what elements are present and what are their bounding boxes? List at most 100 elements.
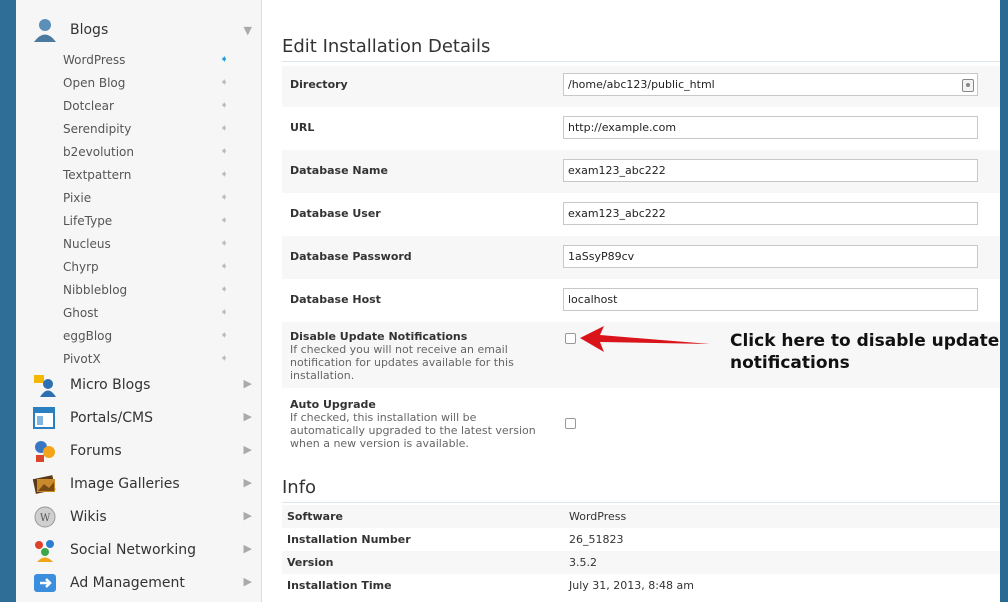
- sidebar-item-chyrp[interactable]: Chyrp: [63, 260, 99, 274]
- database-user-label: Database User: [290, 207, 381, 220]
- info-installation-time-label: Installation Time: [287, 579, 392, 592]
- chevron-down-icon: ▼: [243, 24, 252, 37]
- auto-upgrade-row: Auto Upgrade If checked, this installati…: [282, 388, 1000, 456]
- sidebar-item-pivotx[interactable]: PivotX: [63, 352, 101, 366]
- svg-text:W: W: [40, 513, 51, 524]
- disable-updates-callout: Click here to disable update notificatio…: [730, 331, 1000, 373]
- app-frame: Blogs ▼ WordPress ➧ Open Blog ➧ Dotclear…: [16, 0, 1000, 602]
- sidebar-category-image-galleries[interactable]: Image Galleries ▶: [16, 468, 262, 501]
- info-row: Installation Time July 31, 2013, 8:48 am: [282, 574, 1000, 597]
- sidebar-category-label: Social Networking: [70, 542, 197, 558]
- sidebar: Blogs ▼ WordPress ➧ Open Blog ➧ Dotclear…: [16, 0, 275, 602]
- sidebar-item-serendipity[interactable]: Serendipity: [63, 122, 131, 136]
- wiki-puzzle-icon: W: [32, 504, 58, 530]
- url-label: URL: [290, 121, 315, 134]
- sidebar-category-portals-cms[interactable]: Portals/CMS ▶: [16, 402, 262, 435]
- sidebar-category-blogs[interactable]: Blogs ▼: [16, 14, 262, 47]
- chevron-right-icon: ➧: [220, 123, 229, 134]
- chevron-right-icon: ➧: [220, 307, 229, 318]
- info-section-title: Info: [282, 477, 1000, 503]
- forums-icon: [32, 438, 58, 464]
- info-version-value: 3.5.2: [569, 556, 597, 569]
- chevron-right-icon: ▶: [243, 509, 252, 522]
- auto-upgrade-checkbox[interactable]: [565, 418, 576, 429]
- sidebar-category-label: Wikis: [70, 509, 107, 525]
- chevron-right-icon: ➧: [220, 54, 229, 65]
- directory-input[interactable]: [563, 73, 978, 96]
- chevron-right-icon: ➧: [220, 77, 229, 88]
- chevron-right-icon: ▶: [243, 410, 252, 423]
- callout-arrow-icon: [580, 326, 710, 352]
- chevron-right-icon: ➧: [220, 169, 229, 180]
- info-row: Installation Number 26_51823: [282, 528, 1000, 551]
- sidebar-item-dotclear[interactable]: Dotclear: [63, 99, 114, 113]
- sidebar-category-label: Blogs: [70, 22, 109, 38]
- directory-label: Directory: [290, 78, 348, 91]
- contact-card-icon[interactable]: [962, 79, 974, 92]
- sidebar-item-wordpress[interactable]: WordPress: [63, 53, 125, 67]
- chevron-right-icon: ▶: [243, 443, 252, 456]
- sidebar-category-forums[interactable]: Forums ▶: [16, 435, 262, 468]
- chevron-right-icon: ➧: [220, 330, 229, 341]
- chevron-right-icon: ➧: [220, 284, 229, 295]
- social-networking-icon: [32, 537, 58, 563]
- sidebar-item-ghost[interactable]: Ghost: [63, 306, 98, 320]
- database-host-label: Database Host: [290, 293, 381, 306]
- database-name-input[interactable]: [563, 159, 978, 182]
- info-version-label: Version: [287, 556, 334, 569]
- chevron-right-icon: ➧: [220, 100, 229, 111]
- sidebar-category-label: Portals/CMS: [70, 410, 153, 426]
- sidebar-item-lifetype[interactable]: LifeType: [63, 214, 112, 228]
- chevron-right-icon: ➧: [220, 261, 229, 272]
- auto-upgrade-description: If checked, this installation will be au…: [290, 411, 536, 450]
- sidebar-item-nibbleblog[interactable]: Nibbleblog: [63, 283, 127, 297]
- info-row: Software WordPress: [282, 505, 1000, 528]
- chevron-right-icon: ➧: [220, 192, 229, 203]
- chevron-right-icon: ▶: [243, 542, 252, 555]
- database-password-input[interactable]: [563, 245, 978, 268]
- sidebar-category-micro-blogs[interactable]: Micro Blogs ▶: [16, 369, 262, 402]
- chevron-right-icon: ▶: [243, 476, 252, 489]
- image-gallery-icon: [32, 471, 58, 497]
- chevron-right-icon: ➧: [220, 146, 229, 157]
- main-content: Edit Installation Details Directory URL …: [282, 0, 1000, 602]
- info-software-value: WordPress: [569, 510, 627, 523]
- sidebar-category-label: Forums: [70, 443, 122, 459]
- database-password-label: Database Password: [290, 250, 412, 263]
- database-name-label: Database Name: [290, 164, 388, 177]
- edit-section-title: Edit Installation Details: [282, 36, 1000, 62]
- disable-updates-description: If checked you will not receive an email…: [290, 343, 514, 382]
- user-blog-icon: [32, 17, 58, 43]
- chevron-right-icon: ➧: [220, 238, 229, 249]
- micro-blogs-icon: [32, 372, 58, 398]
- disable-updates-checkbox[interactable]: [565, 333, 576, 344]
- chevron-right-icon: ➧: [220, 215, 229, 226]
- sidebar-item-textpattern[interactable]: Textpattern: [63, 168, 131, 182]
- info-installation-number-value: 26_51823: [569, 533, 624, 546]
- sidebar-category-label: Micro Blogs: [70, 377, 151, 393]
- info-software-label: Software: [287, 510, 343, 523]
- auto-upgrade-label: Auto Upgrade: [290, 398, 376, 411]
- sidebar-category-label: Ad Management: [70, 575, 185, 591]
- sidebar-item-open-blog[interactable]: Open Blog: [63, 76, 125, 90]
- database-user-input[interactable]: [563, 202, 978, 225]
- chevron-right-icon: ▶: [243, 575, 252, 588]
- sidebar-category-ad-management[interactable]: Ad Management ▶: [16, 567, 262, 600]
- disable-updates-label: Disable Update Notifications: [290, 330, 468, 343]
- portals-icon: [32, 405, 58, 431]
- info-installation-number-label: Installation Number: [287, 533, 411, 546]
- info-installation-time-value: July 31, 2013, 8:48 am: [569, 579, 694, 592]
- ad-management-icon: [32, 570, 58, 596]
- sidebar-category-label: Image Galleries: [70, 476, 180, 492]
- chevron-right-icon: ➧: [220, 353, 229, 364]
- sidebar-item-pixie[interactable]: Pixie: [63, 191, 91, 205]
- sidebar-category-social-networking[interactable]: Social Networking ▶: [16, 534, 262, 567]
- chevron-right-icon: ▶: [243, 377, 252, 390]
- sidebar-item-nucleus[interactable]: Nucleus: [63, 237, 111, 251]
- info-row: Version 3.5.2: [282, 551, 1000, 574]
- sidebar-item-eggblog[interactable]: eggBlog: [63, 329, 112, 343]
- sidebar-item-b2evolution[interactable]: b2evolution: [63, 145, 134, 159]
- database-host-input[interactable]: [563, 288, 978, 311]
- sidebar-category-wikis[interactable]: W Wikis ▶: [16, 501, 262, 534]
- url-input[interactable]: [563, 116, 978, 139]
